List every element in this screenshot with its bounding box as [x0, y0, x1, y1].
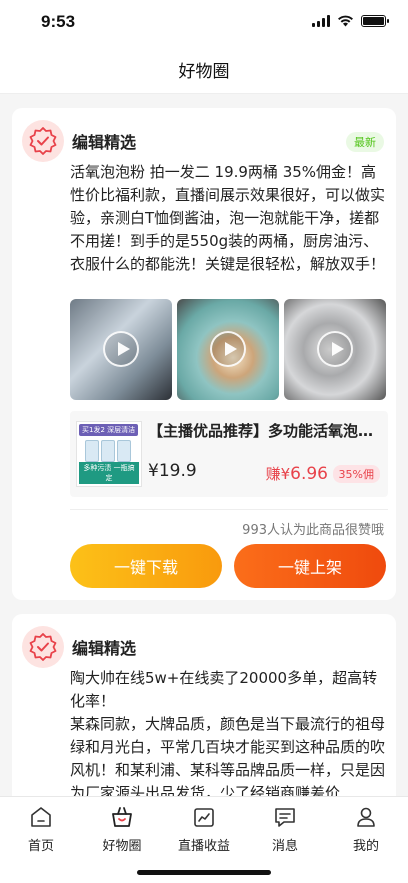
wifi-icon — [338, 15, 353, 27]
post-card: 编辑精选 陶大帅在线5w+在线卖了20000多单，超高转化率！ 某森同款，大牌品… — [12, 614, 396, 796]
status-time: 9:53 — [41, 12, 76, 31]
divider — [70, 509, 388, 510]
tab-label: 直播收益 — [177, 839, 230, 854]
tab-label: 首页 — [27, 839, 54, 854]
product-image: 买1发2 深层清洁 多种污渍 一瓶搞定 — [76, 421, 142, 487]
product-card[interactable]: 买1发2 深层清洁 多种污渍 一瓶搞定 【主播优品推荐】多功能活氧泡泡粉 ¥19… — [70, 411, 388, 497]
post-text: 陶大帅在线5w+在线卖了20000多单，超高转化率！ 某森同款，大牌品质，颜色是… — [70, 669, 386, 796]
avatar[interactable] — [22, 626, 64, 668]
video-thumbnails — [70, 299, 386, 400]
tab-label: 好物圈 — [102, 839, 142, 854]
tab-label: 我的 — [352, 839, 379, 854]
page-title: 好物圈 — [178, 62, 230, 82]
post-author: 编辑精选 — [72, 133, 137, 152]
tab-label: 消息 — [271, 839, 298, 854]
navigation-bar: 好物圈 — [0, 46, 408, 94]
home-icon — [31, 807, 51, 827]
product-earn: 赚¥6.96 — [266, 463, 328, 484]
message-icon — [275, 808, 295, 827]
one-click-download-button[interactable]: 一键下载 — [70, 544, 222, 588]
video-thumbnail[interactable] — [284, 299, 386, 400]
user-icon — [357, 807, 375, 827]
product-image-caption: 多种污渍 一瓶搞定 — [79, 462, 139, 484]
commission-badge: 35%佣 — [332, 465, 380, 483]
post-author: 编辑精选 — [72, 639, 137, 658]
likes-count: 993人认为此商品很赞哦 — [242, 523, 384, 538]
product-image-tag: 买1发2 深层清洁 — [79, 424, 139, 436]
product-title: 【主播优品推荐】多功能活氧泡泡粉 — [148, 422, 380, 440]
shopping-basket-icon — [112, 807, 132, 827]
status-icons — [312, 15, 389, 27]
tab-messages[interactable]: 消息 — [245, 805, 325, 854]
badge-check-icon — [29, 127, 57, 155]
tab-live-earnings[interactable]: 直播收益 — [164, 805, 244, 854]
play-icon — [317, 331, 353, 367]
tab-home[interactable]: 首页 — [1, 805, 81, 854]
battery-icon — [361, 15, 389, 27]
earnings-icon — [194, 808, 214, 827]
video-thumbnail[interactable] — [177, 299, 279, 400]
earn-label: 赚¥ — [265, 465, 291, 483]
product-buckets — [85, 440, 131, 462]
tab-me[interactable]: 我的 — [326, 805, 406, 854]
badge-check-icon — [29, 633, 57, 661]
tab-bar: 首页 好物圈 直播收益 消息 我的 — [0, 796, 408, 883]
play-icon — [210, 331, 246, 367]
one-click-list-button[interactable]: 一键上架 — [234, 544, 386, 588]
tab-goods-circle[interactable]: 好物圈 — [82, 805, 162, 854]
play-icon — [103, 331, 139, 367]
avatar[interactable] — [22, 120, 64, 162]
home-indicator — [137, 870, 271, 875]
earn-value: 6.96 — [290, 464, 328, 484]
feed-list[interactable]: 编辑精选 最新 活氧泡泡粉 拍一发二 19.9两桶 35%佣金！高性价比福利款，… — [0, 94, 408, 796]
video-thumbnail[interactable] — [70, 299, 172, 400]
signal-icon — [312, 15, 330, 27]
post-header: 编辑精选 — [22, 626, 136, 668]
product-price: ¥19.9 — [148, 461, 197, 481]
status-bar: 9:53 — [0, 0, 408, 46]
post-card: 编辑精选 最新 活氧泡泡粉 拍一发二 19.9两桶 35%佣金！高性价比福利款，… — [12, 108, 396, 600]
post-text: 活氧泡泡粉 拍一发二 19.9两桶 35%佣金！高性价比福利款，直播间展示效果很… — [70, 163, 386, 273]
new-badge: 最新 — [346, 132, 384, 152]
post-header: 编辑精选 — [22, 120, 136, 162]
